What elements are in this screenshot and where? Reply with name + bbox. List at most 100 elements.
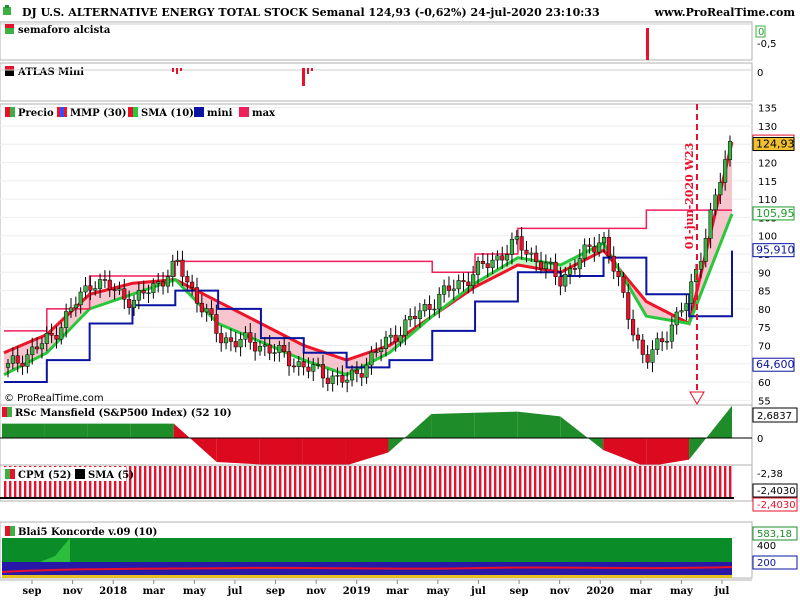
semaforo-panel[interactable]: semaforo alcista 0 -0,5	[0, 21, 777, 61]
price-candle	[621, 276, 626, 293]
price-candle	[509, 239, 514, 255]
cpm-bar	[284, 466, 287, 497]
price-candle	[102, 279, 107, 281]
cpm-bar	[729, 466, 732, 497]
price-candle	[669, 324, 674, 342]
price-candle	[316, 364, 321, 366]
price-candle	[568, 268, 573, 275]
price-candle	[282, 345, 287, 352]
legend-precio: Precio	[18, 108, 54, 119]
cpm-bar	[484, 466, 487, 497]
annotation-label: 01-jun-2020 W23	[683, 143, 696, 250]
cpm-bar	[389, 466, 392, 497]
cpm-bar	[199, 466, 202, 497]
price-candle	[577, 258, 582, 270]
price-candle	[39, 343, 44, 350]
price-candle	[131, 299, 137, 308]
cpm-bar	[274, 466, 277, 497]
price-candle	[25, 354, 30, 367]
cpm-bar	[354, 466, 357, 497]
x-tick-label: nov	[550, 586, 571, 597]
rsc-panel[interactable]: RSc Mansfield (S&P500 Index) (52 10) 0 2…	[0, 404, 798, 467]
cpm-bar	[384, 466, 387, 497]
cpm-bar	[149, 466, 152, 497]
price-candle	[194, 287, 200, 304]
cpm-bar	[564, 466, 567, 497]
price-candle	[190, 281, 195, 288]
price-candle	[592, 246, 597, 253]
price-candle	[393, 334, 398, 343]
rsc-area-segment	[2, 423, 45, 438]
koncorde-panel[interactable]: Blai5 Koncorde v.09 (10) 583,18 400 200	[0, 521, 798, 579]
cpm-bar	[344, 466, 347, 497]
price-candle	[538, 261, 544, 270]
cpm-bar	[134, 466, 137, 497]
price-candle	[20, 362, 25, 367]
cpm-bar	[259, 466, 262, 497]
cpm-bar	[334, 466, 337, 497]
cpm-bar	[329, 466, 332, 497]
price-candle	[534, 252, 539, 262]
cpm-bar	[514, 466, 517, 497]
cpm-bar	[144, 466, 147, 497]
rsc-value-tag: 2,6837	[757, 411, 792, 422]
price-candle	[78, 291, 83, 306]
cpm-bar	[504, 466, 507, 497]
price-candle	[713, 194, 718, 211]
x-tick-label: mar	[630, 586, 653, 597]
cpm-bar	[304, 466, 307, 497]
price-ytick: 100	[758, 232, 777, 243]
price-candle	[379, 348, 384, 353]
price-candle	[616, 270, 621, 278]
koncorde-yellow-band	[2, 575, 732, 578]
x-tick-label: may	[426, 586, 450, 597]
price-candle	[243, 332, 248, 340]
price-candle	[475, 261, 481, 275]
x-tick-label: nov	[63, 586, 84, 597]
price-candle	[563, 274, 568, 287]
cpm-bar	[449, 466, 452, 497]
cpm-sma-label: SMA (5)	[88, 470, 134, 481]
price-candle	[698, 261, 703, 270]
price-candle	[645, 354, 650, 363]
price-candle	[674, 311, 679, 326]
semaforo-label: semaforo alcista	[18, 25, 111, 36]
cpm-bar	[644, 466, 647, 497]
price-candle	[543, 262, 548, 270]
price-candle	[199, 302, 204, 313]
cpm-bar	[689, 466, 692, 497]
price-candle	[340, 375, 345, 383]
koncorde-value-tag: 583,18	[757, 529, 792, 540]
price-panel[interactable]: Precio MMP (30) SMA (10) mini max 01-jun…	[0, 103, 795, 408]
cpm-bar	[394, 466, 397, 497]
x-tick-label: jul	[470, 586, 486, 597]
price-ytick: 85	[758, 287, 771, 298]
price-candle	[59, 327, 64, 340]
cpm-bar	[714, 466, 717, 497]
rsc-area-segment	[302, 438, 346, 467]
atlas-panel[interactable]: ATLAS Mini 0	[0, 62, 763, 102]
price-candle	[718, 182, 723, 196]
x-tick-label: jul	[227, 586, 243, 597]
price-candle	[165, 276, 170, 287]
price-candle	[611, 255, 616, 272]
price-candle	[442, 285, 447, 295]
x-tick-label: nov	[306, 586, 327, 597]
price-value-tag: 64,600	[756, 358, 795, 371]
cpm-bar	[224, 466, 227, 497]
price-candle	[485, 263, 490, 268]
price-candle	[446, 285, 452, 291]
x-tick-label: sep	[510, 586, 529, 597]
cpm-bar	[369, 466, 372, 497]
cpm-bar	[294, 466, 297, 497]
cpm-bar	[604, 466, 607, 497]
cpm-bar	[209, 466, 212, 497]
cpm-bar	[719, 466, 722, 497]
price-candle	[44, 332, 49, 344]
chart-title: DJ U.S. ALTERNATIVE ENERGY TOTAL STOCK S…	[22, 6, 600, 19]
x-tick-label: may	[670, 586, 694, 597]
price-candle	[136, 290, 141, 301]
cpm-bar	[639, 466, 642, 497]
cpm-bar	[629, 466, 632, 497]
cpm-panel[interactable]: CPM (52) SMA (5) -2,38 -2,4030 -2,4030	[0, 464, 798, 512]
